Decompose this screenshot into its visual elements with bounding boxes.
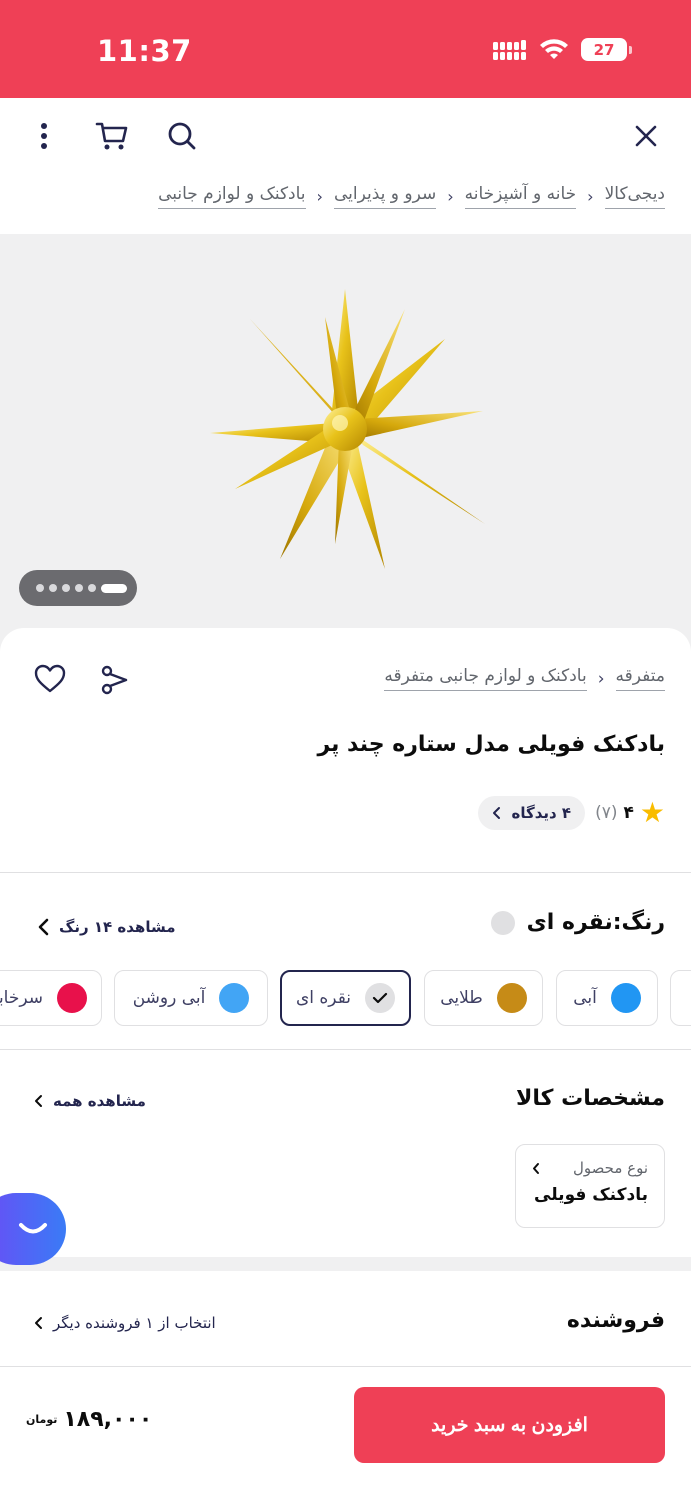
- other-sellers-link[interactable]: انتخاب از ۱ فروشنده دیگر: [34, 1314, 216, 1332]
- product-image-gallery[interactable]: [0, 234, 691, 654]
- currency-label: تومان: [26, 1413, 58, 1426]
- top-toolbar: [0, 98, 691, 174]
- rating-row: ★ ۴ (۷) ۴ دیدگاه: [478, 796, 665, 830]
- status-time: 11:37: [97, 34, 192, 68]
- smile-icon: [19, 1223, 47, 1234]
- see-all-specs-label: مشاهده همه: [53, 1092, 146, 1110]
- wifi-icon: [540, 38, 568, 59]
- rating-count: (۷): [595, 803, 618, 823]
- color-chip-label: طلایی: [440, 988, 483, 1008]
- see-all-colors-label: مشاهده ۱۴ رنگ: [59, 918, 176, 936]
- chevron-left-icon: ‹: [447, 187, 454, 206]
- pagination-dot: [49, 584, 57, 592]
- color-dot: [496, 983, 527, 1013]
- chevron-left-icon: ‹: [597, 668, 605, 689]
- chevron-left-icon: ‹: [316, 187, 323, 206]
- reviews-label: ۴ دیدگاه: [511, 804, 572, 822]
- color-chip-label: آبی روشن: [132, 988, 206, 1008]
- chevron-left-icon: [533, 1162, 539, 1174]
- rating: ★ ۴ (۷): [595, 799, 665, 827]
- color-dot: [610, 983, 641, 1013]
- product-title: بادکنک فویلی مدل ستاره چند پر: [317, 732, 665, 757]
- category-link[interactable]: متفرقه: [615, 666, 665, 691]
- color-label: رنگ:نقره ای: [526, 910, 665, 935]
- cart-icon[interactable]: [94, 118, 130, 154]
- color-chip-label: سرخابی: [0, 988, 43, 1008]
- see-all-colors-link[interactable]: مشاهده ۱۴ رنگ: [38, 918, 176, 936]
- breadcrumb: دیجی‌کالا ‹ خانه و آشپزخانه ‹ سرو و پذیر…: [158, 184, 665, 209]
- spec-card-product-type[interactable]: نوع محصول بادکنک فویلی: [515, 1144, 665, 1228]
- spec-label: نوع محصول: [532, 1159, 648, 1177]
- pagination-dot: [36, 584, 44, 592]
- gallery-pagination: [19, 570, 137, 606]
- pagination-dot: [75, 584, 83, 592]
- star-icon: ★: [639, 796, 665, 829]
- color-chip-silver-selected[interactable]: نقره ای: [280, 970, 411, 1026]
- specs-title: مشخصات کالا: [515, 1086, 665, 1111]
- status-bar: 11:37 27: [0, 0, 691, 98]
- battery-level: 27: [593, 40, 615, 59]
- status-icons: 27: [493, 38, 632, 61]
- chevron-left-icon: [493, 807, 501, 819]
- battery-icon: 27: [581, 38, 632, 61]
- check-icon: [365, 983, 396, 1013]
- heart-icon[interactable]: [34, 664, 66, 698]
- color-chip-magenta[interactable]: سرخابی: [0, 970, 102, 1026]
- see-all-specs-link[interactable]: مشاهده همه: [34, 1092, 146, 1110]
- add-to-cart-button[interactable]: افزودن به سبد خرید: [354, 1387, 665, 1463]
- other-sellers-label: انتخاب از ۱ فروشنده دیگر: [53, 1314, 216, 1332]
- pagination-dot-active: [101, 583, 127, 593]
- reviews-button[interactable]: ۴ دیدگاه: [478, 796, 586, 830]
- bottom-purchase-bar: افزودن به سبد خرید ۱۸۹,۰۰۰ تومان: [0, 1366, 691, 1500]
- color-chip-label: نقره ای: [295, 988, 352, 1008]
- price-amount: ۱۸۹,۰۰۰: [63, 1407, 153, 1432]
- seller-title: فروشنده: [566, 1308, 665, 1333]
- share-icon[interactable]: [100, 665, 130, 699]
- breadcrumb-item[interactable]: بادکنک و لوازم جانبی: [158, 184, 306, 209]
- color-heading: رنگ:نقره ای: [490, 910, 665, 935]
- price: ۱۸۹,۰۰۰ تومان: [26, 1407, 152, 1432]
- pagination-dot: [62, 584, 70, 592]
- pagination-dot: [88, 584, 96, 592]
- selected-color-swatch: [490, 910, 515, 935]
- search-icon[interactable]: [164, 118, 200, 154]
- divider: [0, 1049, 691, 1050]
- color-chip-light-blue[interactable]: آبی روشن: [114, 970, 268, 1026]
- color-chip-gold[interactable]: طلایی: [424, 970, 543, 1026]
- color-dot: [219, 983, 250, 1013]
- chevron-left-icon: [38, 918, 49, 936]
- category-link[interactable]: بادکنک و لوازم جانبی متفرقه: [384, 666, 587, 691]
- breadcrumb-item[interactable]: دیجی‌کالا: [604, 184, 665, 209]
- breadcrumb-item[interactable]: سرو و پذیرایی: [333, 184, 437, 209]
- rating-score: ۴: [623, 803, 634, 823]
- color-chip[interactable]: [670, 970, 691, 1026]
- more-options-icon[interactable]: [26, 118, 62, 154]
- chevron-left-icon: [35, 1317, 42, 1329]
- section-separator: [0, 1257, 691, 1271]
- category-breadcrumb: متفرقه ‹ بادکنک و لوازم جانبی متفرقه: [384, 666, 665, 691]
- color-dot: [57, 983, 87, 1013]
- breadcrumb-item[interactable]: خانه و آشپزخانه: [464, 184, 577, 209]
- color-chip-blue[interactable]: آبی: [556, 970, 658, 1026]
- chevron-left-icon: ‹: [587, 187, 594, 206]
- close-icon[interactable]: [628, 118, 664, 154]
- divider: [0, 872, 691, 873]
- spec-value: بادکنک فویلی: [534, 1185, 648, 1205]
- color-options: آبی طلایی نقره ای آبی روشن سرخابی: [0, 970, 691, 1026]
- cellular-signal-icon: [493, 39, 526, 60]
- color-chip-label: آبی: [573, 988, 597, 1008]
- chevron-left-icon: [35, 1095, 42, 1107]
